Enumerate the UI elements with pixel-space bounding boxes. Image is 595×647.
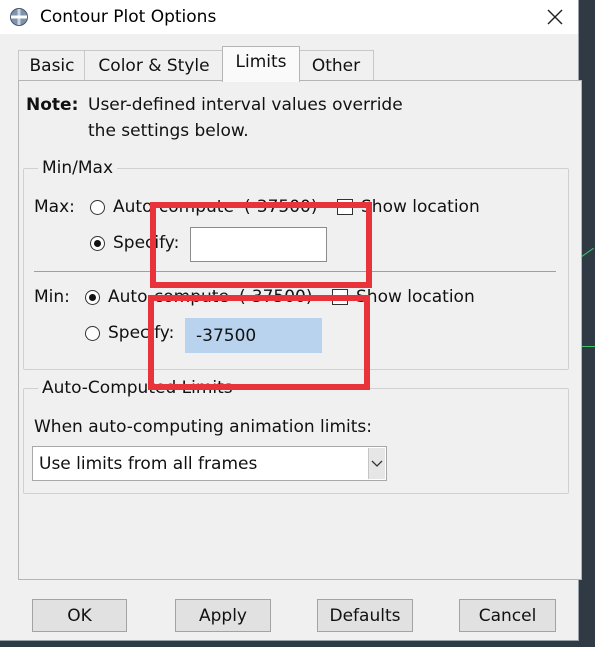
cancel-button[interactable]: Cancel — [459, 599, 556, 632]
tab-label: Limits — [235, 52, 287, 72]
close-icon — [547, 9, 563, 25]
note-text-line1: User-defined interval values override — [88, 95, 403, 115]
min-auto-compute-radio[interactable] — [85, 290, 100, 305]
background-plot-line — [581, 247, 594, 258]
apply-button[interactable]: Apply — [175, 599, 271, 632]
tab-label: Color & Style — [98, 56, 210, 76]
max-show-location-label[interactable]: Show location — [361, 196, 480, 218]
min-specify-radio[interactable] — [85, 326, 100, 341]
app-icon — [10, 8, 28, 26]
tab-basic[interactable]: Basic — [18, 50, 86, 81]
max-label: Max: — [34, 197, 75, 217]
tab-other[interactable]: Other — [298, 50, 374, 81]
max-auto-compute-radio[interactable] — [90, 200, 105, 215]
auto-limits-select[interactable]: Use limits from all frames — [32, 446, 387, 481]
chevron-down-icon — [371, 460, 383, 467]
auto-limits-group: Auto-Computed Limits When auto-computing… — [23, 378, 569, 494]
auto-limits-prompt: When auto-computing animation limits: — [34, 417, 372, 437]
min-label: Min: — [34, 287, 70, 307]
tab-limits[interactable]: Limits — [222, 46, 300, 82]
min-show-location-label[interactable]: Show location — [356, 286, 475, 308]
dropdown-button[interactable] — [368, 448, 385, 479]
tab-label: Other — [311, 56, 361, 76]
minmax-group-title: Min/Max — [38, 158, 118, 178]
max-specify-radio[interactable] — [90, 236, 105, 251]
background-plot-line — [580, 346, 595, 347]
ok-button[interactable]: OK — [32, 599, 127, 632]
window-title: Contour Plot Options — [40, 7, 217, 27]
annotation-box-min-specify — [148, 295, 370, 390]
tab-color-style[interactable]: Color & Style — [84, 50, 224, 81]
title-bar[interactable]: Contour Plot Options — [0, 0, 578, 34]
note-label: Note: — [26, 95, 79, 115]
defaults-button[interactable]: Defaults — [317, 599, 413, 632]
close-button[interactable] — [532, 0, 578, 34]
tab-label: Basic — [29, 56, 75, 76]
auto-limits-selected: Use limits from all frames — [39, 454, 258, 474]
note-text-line2: the settings below. — [88, 121, 249, 141]
annotation-box-max-specify — [150, 202, 372, 288]
